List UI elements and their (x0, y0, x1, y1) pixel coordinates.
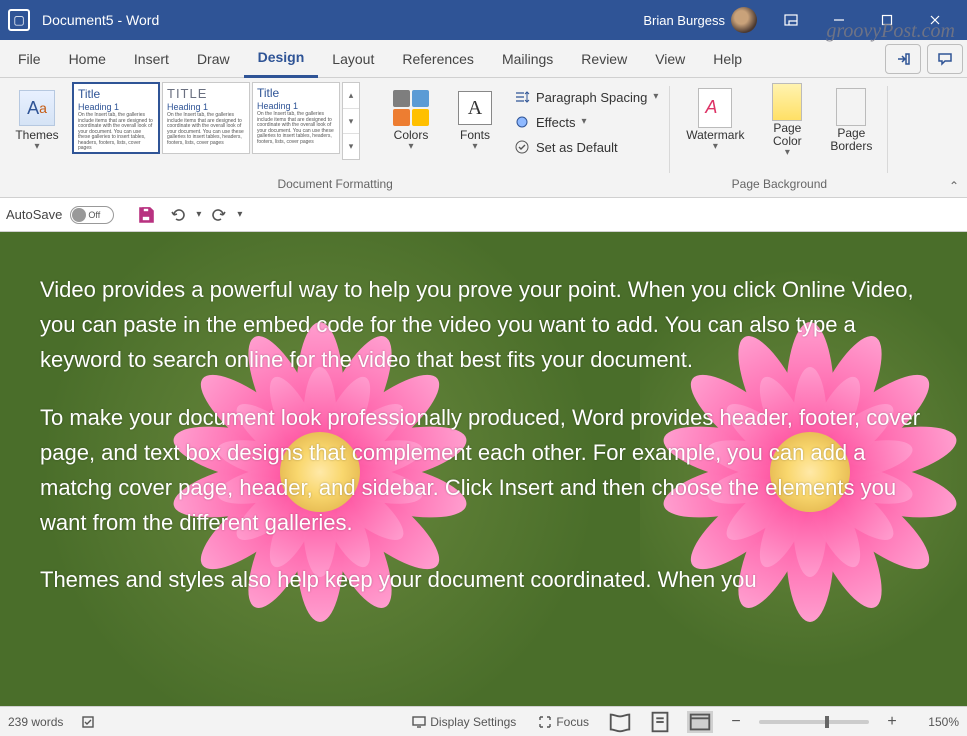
watermark-button[interactable]: Watermark ▾ (678, 82, 752, 160)
paragraph[interactable]: To make your document look professionall… (40, 400, 931, 541)
status-bar: 239 words Display Settings Focus − + 150… (0, 706, 967, 736)
effects-button[interactable]: Effects ▾ (510, 111, 662, 133)
paragraph-spacing-button[interactable]: Paragraph Spacing ▾ (510, 86, 662, 108)
fonts-icon: A (457, 90, 493, 126)
tab-file[interactable]: File (4, 40, 55, 78)
style-card[interactable]: TITLEHeading 1On the Insert tab, the gal… (162, 82, 250, 154)
ribbon-tabs: FileHomeInsertDrawDesignLayoutReferences… (0, 40, 967, 78)
redo-button[interactable] (205, 201, 233, 229)
focus-button[interactable]: Focus (534, 713, 593, 731)
style-card[interactable]: TitleHeading 1On the Insert tab, the gal… (252, 82, 340, 154)
comments-button[interactable] (927, 44, 963, 74)
chevron-down-icon: ▾ (582, 117, 587, 127)
chevron-down-icon: ▾ (785, 148, 790, 158)
undo-history-icon[interactable]: ▾ (196, 210, 201, 220)
group-label-page-bg: Page Background (678, 177, 880, 197)
tab-layout[interactable]: Layout (318, 40, 388, 78)
paragraph[interactable]: Video provides a powerful way to help yo… (40, 272, 931, 378)
title-bar: ▢ Document5 - Word Brian Burgess (0, 0, 967, 40)
tab-review[interactable]: Review (567, 40, 641, 78)
chevron-down-icon: ▾ (472, 142, 477, 152)
chevron-down-icon: ▾ (713, 142, 718, 152)
colors-button[interactable]: Colors ▾ (382, 82, 440, 160)
paragraph[interactable]: Themes and styles also help keep your do… (40, 562, 931, 597)
undo-button[interactable] (164, 201, 192, 229)
group-label-doc-formatting: Document Formatting (8, 177, 662, 197)
gallery-scroll[interactable]: ▴ ▾ ▾ (342, 82, 360, 160)
share-button[interactable] (885, 44, 921, 74)
style-gallery[interactable]: TitleHeading 1On the Insert tab, the gal… (72, 82, 360, 160)
document-canvas[interactable]: Video provides a powerful way to help yo… (0, 232, 967, 706)
print-layout-icon[interactable] (647, 711, 673, 733)
tab-insert[interactable]: Insert (120, 40, 183, 78)
word-count[interactable]: 239 words (8, 715, 63, 729)
user-name: Brian Burgess (643, 13, 725, 28)
autosave-label: AutoSave (6, 207, 62, 222)
gallery-up-icon[interactable]: ▴ (343, 83, 359, 109)
set-default-button[interactable]: Set as Default (510, 136, 662, 158)
paragraph-spacing-icon (514, 89, 530, 105)
page-borders-button[interactable]: PageBorders (822, 82, 880, 160)
watermark-icon (697, 90, 733, 126)
read-mode-icon[interactable] (607, 711, 633, 733)
maximize-button[interactable] (863, 0, 911, 40)
effects-icon (514, 114, 530, 130)
chevron-down-icon: ▾ (34, 142, 39, 152)
qat-customize-icon[interactable]: ▾ (237, 210, 242, 220)
chevron-down-icon: ▾ (653, 92, 658, 102)
minimize-button[interactable] (815, 0, 863, 40)
web-layout-icon[interactable] (687, 711, 713, 733)
checkmark-circle-icon (514, 139, 530, 155)
collapse-ribbon-icon[interactable]: ⌃ (949, 179, 959, 193)
user-avatar[interactable] (731, 7, 757, 33)
close-button[interactable] (911, 0, 959, 40)
zoom-out-button[interactable]: − (727, 713, 745, 731)
colors-icon (393, 90, 429, 126)
themes-icon: Aa (19, 90, 55, 126)
chevron-down-icon: ▾ (408, 142, 413, 152)
app-icon: ▢ (8, 9, 30, 31)
page-borders-icon (833, 89, 869, 125)
zoom-in-button[interactable]: + (883, 713, 901, 731)
page-color-button[interactable]: PageColor ▾ (758, 82, 816, 160)
tab-references[interactable]: References (388, 40, 488, 78)
quick-access-toolbar: AutoSave Off ▾ ▾ (0, 198, 967, 232)
zoom-slider[interactable] (759, 720, 869, 724)
tab-view[interactable]: View (641, 40, 699, 78)
ribbon-display-icon[interactable] (767, 0, 815, 40)
spellcheck-status-icon[interactable] (77, 713, 99, 731)
themes-button[interactable]: Aa Themes ▾ (8, 82, 66, 160)
tab-help[interactable]: Help (699, 40, 756, 78)
tab-home[interactable]: Home (55, 40, 120, 78)
tab-draw[interactable]: Draw (183, 40, 244, 78)
tab-mailings[interactable]: Mailings (488, 40, 567, 78)
gallery-more-icon[interactable]: ▾ (343, 134, 359, 159)
tab-design[interactable]: Design (244, 40, 319, 78)
ribbon: Aa Themes ▾ TitleHeading 1On the Insert … (0, 78, 967, 198)
display-settings-button[interactable]: Display Settings (408, 713, 520, 731)
fonts-button[interactable]: A Fonts ▾ (446, 82, 504, 160)
document-body[interactable]: Video provides a powerful way to help yo… (0, 232, 967, 598)
style-card[interactable]: TitleHeading 1On the Insert tab, the gal… (72, 82, 160, 154)
document-title: Document5 - Word (42, 12, 159, 28)
page-color-icon (769, 84, 805, 120)
gallery-down-icon[interactable]: ▾ (343, 109, 359, 135)
zoom-level[interactable]: 150% (915, 715, 959, 729)
autosave-toggle[interactable]: Off (70, 206, 114, 224)
save-button[interactable] (132, 201, 160, 229)
